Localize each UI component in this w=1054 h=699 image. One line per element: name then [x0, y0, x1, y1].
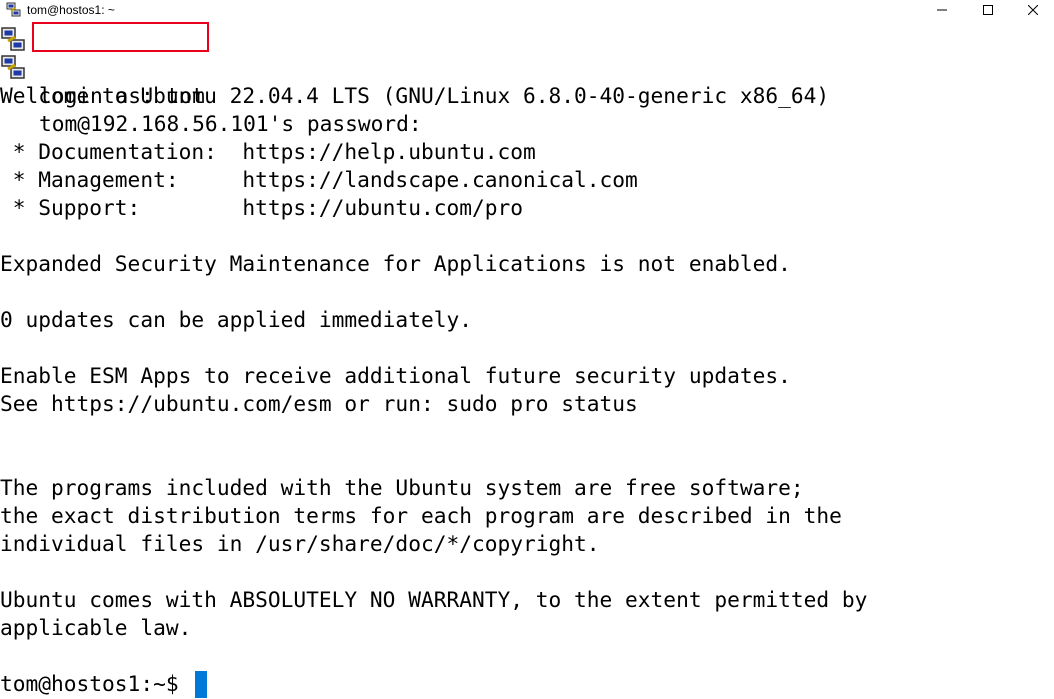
shell-prompt: tom@hostos1:~$	[0, 671, 179, 696]
close-button[interactable]	[1011, 0, 1054, 20]
scrollbar[interactable]	[1037, 20, 1054, 699]
putty-icon	[1, 27, 25, 51]
terminal-line: Expanded Security Maintenance for Applic…	[0, 251, 791, 276]
terminal-area[interactable]: login as: tom tom@192.168.56.101's passw…	[0, 22, 1054, 699]
window-title: tom@hostos1: ~	[27, 3, 115, 17]
terminal-line: Ubuntu comes with ABSOLUTELY NO WARRANTY…	[0, 587, 868, 612]
terminal-line-login: login as: tom	[0, 22, 260, 108]
putty-icon	[1, 55, 25, 79]
text-cursor[interactable]	[195, 671, 207, 698]
terminal-line: * Documentation: https://help.ubuntu.com	[0, 139, 536, 164]
password-prompt: tom@192.168.56.101's password:	[39, 111, 422, 136]
close-icon	[1027, 5, 1038, 15]
minimize-icon	[937, 9, 947, 11]
maximize-button[interactable]	[965, 0, 1011, 20]
terminal-line: applicable law.	[0, 615, 192, 640]
terminal-line: individual files in /usr/share/doc/*/cop…	[0, 531, 600, 556]
terminal-line: * Support: https://ubuntu.com/pro	[0, 195, 523, 220]
terminal-line: * Management: https://landscape.canonica…	[0, 167, 638, 192]
terminal-line: 0 updates can be applied immediately.	[0, 307, 472, 332]
title-bar[interactable]: tom@hostos1: ~	[0, 0, 1054, 20]
maximize-icon	[983, 5, 993, 15]
terminal-line: Enable ESM Apps to receive additional fu…	[0, 363, 791, 388]
terminal-line: The programs included with the Ubuntu sy…	[0, 475, 804, 500]
minimize-button[interactable]	[919, 0, 965, 20]
highlight-box	[32, 22, 209, 52]
terminal-line: See https://ubuntu.com/esm or run: sudo …	[0, 391, 638, 416]
terminal-line-password: tom@192.168.56.101's password:	[0, 54, 440, 136]
terminal-line: the exact distribution terms for each pr…	[0, 503, 842, 528]
putty-icon[interactable]	[6, 2, 22, 18]
terminal-line: Welcome to Ubuntu 22.04.4 LTS (GNU/Linux…	[0, 83, 830, 108]
